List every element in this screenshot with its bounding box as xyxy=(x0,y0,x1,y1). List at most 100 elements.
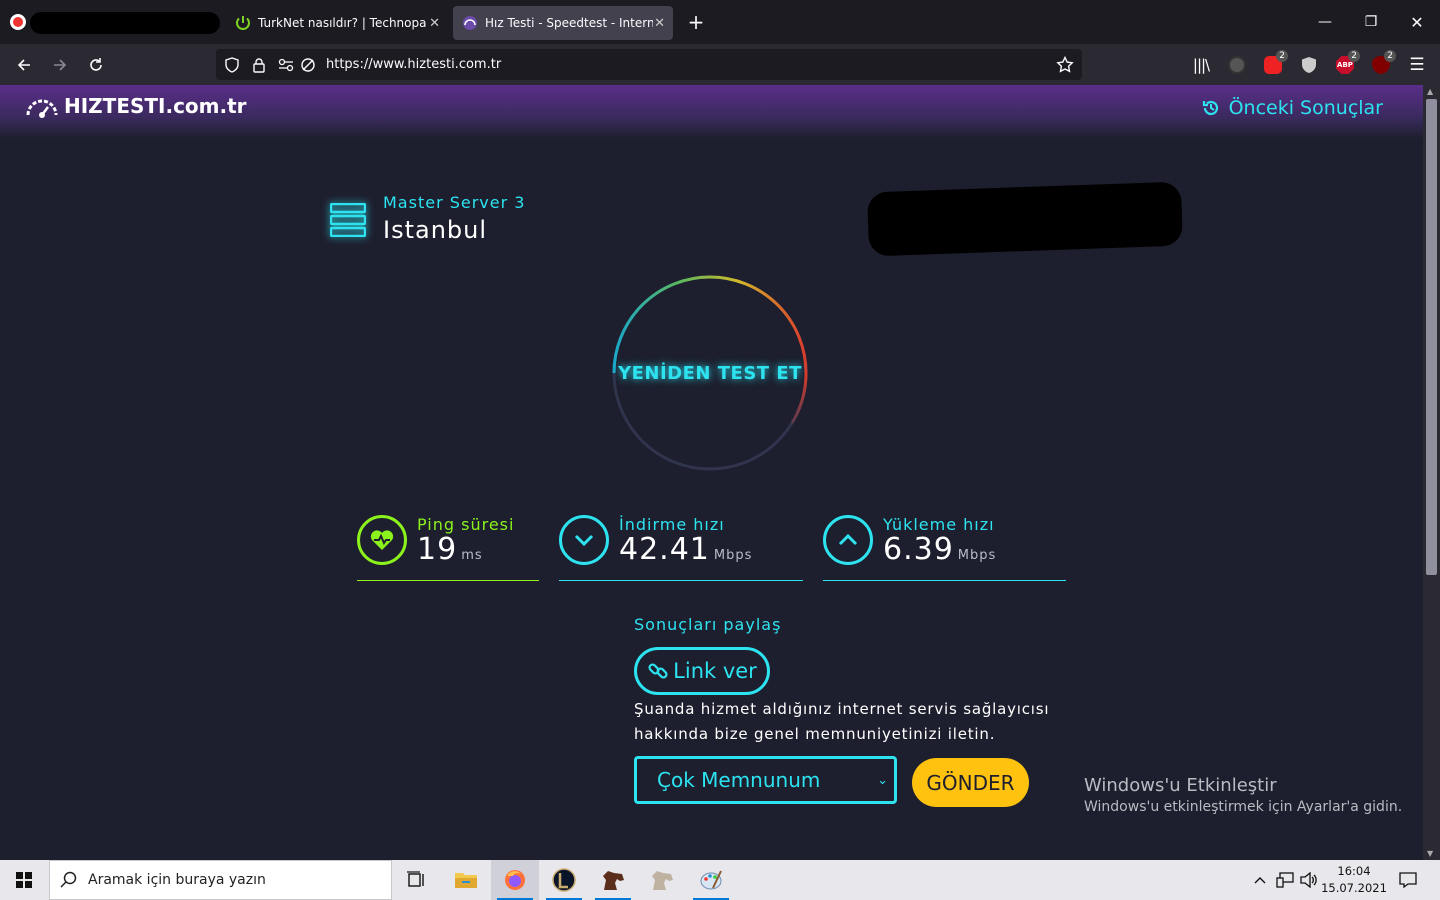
arrow-right-icon xyxy=(54,58,67,71)
chevron-down-icon: ⌄ xyxy=(877,772,888,788)
taskbar-clock[interactable]: 16:04 15.07.2021 xyxy=(1320,863,1388,897)
redacted-area xyxy=(866,181,1184,257)
share-title: Sonuçları paylaş xyxy=(634,615,782,634)
page-scrollbar[interactable]: ▲ ▼ xyxy=(1423,85,1440,860)
ping-value: 19 xyxy=(417,532,458,567)
survey-text: Şuanda hizmet aldığınız internet servis … xyxy=(634,700,1050,743)
league-icon xyxy=(552,868,576,892)
scrollbar-thumb[interactable] xyxy=(1426,99,1437,575)
link-button[interactable]: Link ver xyxy=(634,647,770,695)
search-icon xyxy=(60,871,77,888)
knight-icon xyxy=(652,871,673,890)
server-icon xyxy=(330,203,366,237)
url-text: https://www.hiztesti.com.tr xyxy=(326,57,502,72)
upload-unit: Mbps xyxy=(957,548,997,563)
permissions-icon xyxy=(278,58,294,71)
url-bar[interactable]: https://www.hiztesti.com.tr xyxy=(216,49,1082,80)
network-button[interactable] xyxy=(1274,860,1296,900)
arrow-left-icon xyxy=(17,58,30,71)
extension-badge: 2 xyxy=(1276,50,1288,62)
pinned-tab-icon[interactable] xyxy=(10,14,26,30)
server-city: Istanbul xyxy=(383,216,488,244)
windows-taskbar: Aramak için buraya yazın 16:04 15.07.202… xyxy=(0,860,1440,900)
extension-badge: 2 xyxy=(1384,50,1396,62)
browser-nav-bar: https://www.hiztesti.com.tr |||\ 2 ABP 2 … xyxy=(0,44,1440,85)
upload-metric: Yükleme hızı 6.39 Mbps xyxy=(823,515,1066,581)
reload-button[interactable] xyxy=(78,44,114,85)
download-metric: İndirme hızı 42.41 Mbps xyxy=(559,515,803,581)
adblock-plus-icon[interactable]: ABP 2 xyxy=(1334,50,1360,76)
satisfaction-select[interactable]: Çok Memnunum ⌄ xyxy=(634,756,897,804)
bookmark-star-icon[interactable] xyxy=(1056,55,1074,74)
start-button[interactable] xyxy=(0,860,48,900)
satisfaction-selected: Çok Memnunum xyxy=(657,768,821,792)
speed-gauge[interactable]: YENİDEN TEST ET xyxy=(612,275,808,471)
league-of-legends-button[interactable] xyxy=(540,860,588,900)
file-explorer-button[interactable] xyxy=(442,860,490,900)
scroll-up-arrow[interactable]: ▲ xyxy=(1427,87,1433,96)
lock-icon xyxy=(253,57,265,73)
speedometer-logo-icon xyxy=(26,99,58,118)
tray-overflow-button[interactable] xyxy=(1250,860,1270,900)
clock-time: 16:04 xyxy=(1337,864,1371,878)
notification-icon xyxy=(1399,872,1417,888)
tab-title: Hız Testi - Speedtest - Internet H xyxy=(485,16,653,30)
volume-button[interactable] xyxy=(1298,860,1320,900)
watermark-title: Windows'u Etkinleştir xyxy=(1084,775,1277,796)
logo-text: HIZTESTI.com.tr xyxy=(64,94,247,118)
scroll-down-arrow[interactable]: ▼ xyxy=(1427,849,1433,858)
site-header: HIZTESTI.com.tr Önceki Sonuçlar xyxy=(0,85,1423,139)
minimize-button[interactable]: — xyxy=(1302,0,1348,44)
server-info: Master Server 3 Istanbul xyxy=(330,193,525,244)
game-horse-button[interactable] xyxy=(589,860,637,900)
upload-value: 6.39 xyxy=(883,532,954,567)
download-unit: Mbps xyxy=(713,548,753,563)
speedometer-icon xyxy=(463,16,477,30)
download-value: 42.41 xyxy=(619,532,710,567)
ping-metric: Ping süresi 19 ms xyxy=(357,515,539,581)
previous-results-link[interactable]: Önceki Sonuçlar xyxy=(1201,97,1383,119)
link-button-label: Link ver xyxy=(673,659,757,683)
tracking-blocked-icon xyxy=(301,57,315,72)
paint-button[interactable] xyxy=(687,860,735,900)
ublock-origin-icon[interactable]: 2 xyxy=(1370,50,1396,76)
notifications-button[interactable] xyxy=(1394,860,1422,900)
new-tab-button[interactable]: + xyxy=(684,10,708,34)
library-icon[interactable]: |||\ xyxy=(1190,54,1212,76)
menu-icon[interactable]: ☰ xyxy=(1406,54,1428,76)
reload-icon xyxy=(90,57,102,71)
privacy-shield-icon[interactable] xyxy=(1298,54,1320,76)
extension-hand-icon[interactable]: 2 xyxy=(1262,50,1288,76)
speaker-icon xyxy=(1300,872,1317,888)
restore-button[interactable]: ❐ xyxy=(1348,0,1394,44)
heartbeat-icon xyxy=(357,515,407,565)
folder-icon xyxy=(455,873,477,888)
server-name: Master Server 3 xyxy=(383,193,526,212)
close-window-button[interactable]: ✕ xyxy=(1394,0,1440,44)
forward-button[interactable] xyxy=(42,44,78,85)
extension-avatar-icon[interactable] xyxy=(1226,54,1248,76)
game-knight-button[interactable] xyxy=(638,860,686,900)
taskbar-search[interactable]: Aramak için buraya yazın xyxy=(49,860,392,900)
extension-badge: 2 xyxy=(1348,50,1360,62)
task-view-icon xyxy=(407,871,424,887)
close-tab-icon[interactable]: ✕ xyxy=(429,16,440,31)
close-tab-icon[interactable]: ✕ xyxy=(654,16,665,31)
clock-date: 15.07.2021 xyxy=(1321,881,1387,895)
retest-button[interactable]: YENİDEN TEST ET xyxy=(612,275,808,471)
tab-technopat[interactable]: TurkNet nasıldır? | Technopat So ✕ xyxy=(226,6,448,40)
ping-unit: ms xyxy=(461,548,483,563)
send-button[interactable]: GÖNDER xyxy=(912,758,1029,807)
browser-tab-bar: TurkNet nasıldır? | Technopat So ✕ Hız T… xyxy=(0,0,1440,44)
shield-icon xyxy=(225,56,239,73)
tab-hiztesti[interactable]: Hız Testi - Speedtest - Internet H ✕ xyxy=(453,6,673,40)
web-page: HIZTESTI.com.tr Önceki Sonuçlar Master S… xyxy=(0,85,1423,860)
chevron-up-icon xyxy=(823,515,873,565)
firefox-button[interactable] xyxy=(491,860,539,900)
task-view-button[interactable] xyxy=(392,860,440,900)
site-logo[interactable]: HIZTESTI.com.tr xyxy=(24,93,247,119)
search-placeholder: Aramak için buraya yazın xyxy=(88,872,266,888)
watermark-subtitle: Windows'u etkinleştirmek için Ayarlar'a … xyxy=(1084,799,1403,815)
back-button[interactable] xyxy=(6,44,42,85)
power-icon xyxy=(236,16,250,30)
